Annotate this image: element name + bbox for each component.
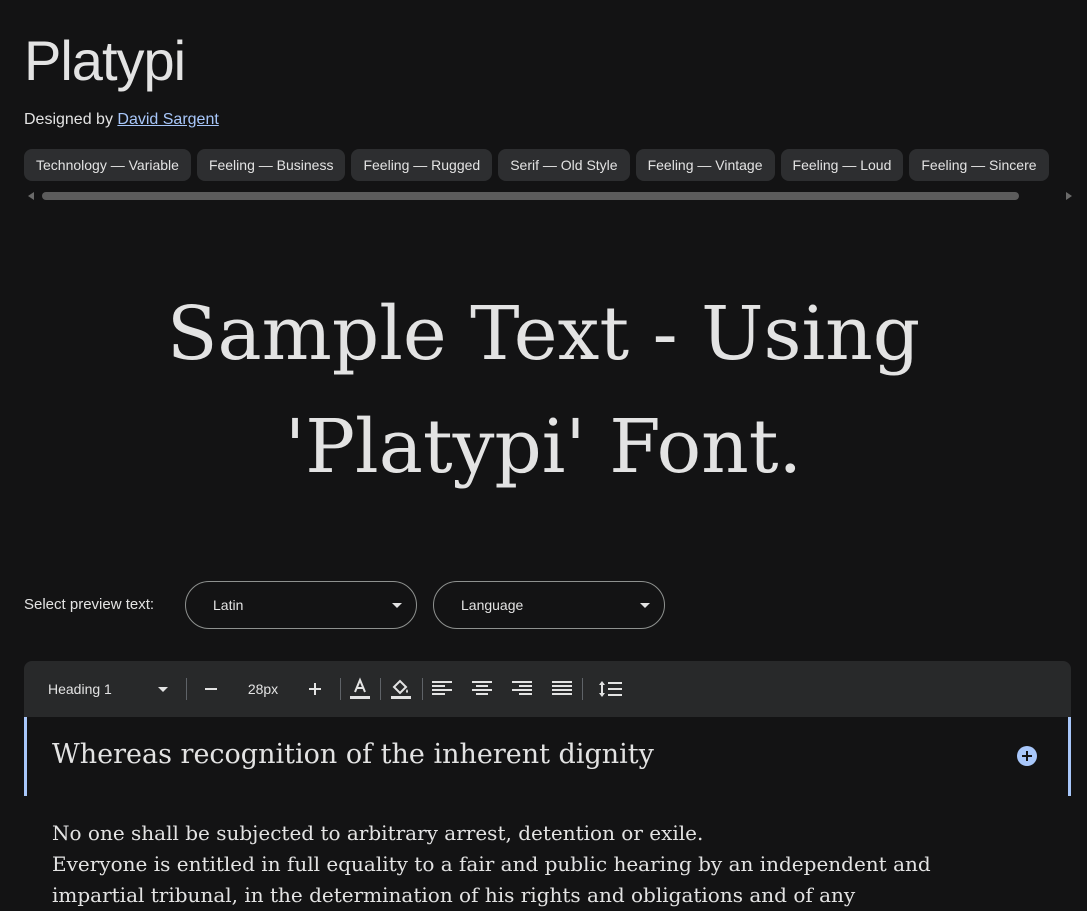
align-left-icon[interactable] <box>430 661 454 717</box>
dropdown-arrow-icon <box>392 603 402 608</box>
tag-chip[interactable]: Feeling — Rugged <box>351 149 493 181</box>
toolbar-divider <box>186 678 187 700</box>
editor-heading-text[interactable]: Whereas recognition of the inherent dign… <box>52 739 654 770</box>
sample-line-2: 'Platypi' Font. <box>284 404 803 490</box>
designer-link[interactable]: David Sargent <box>117 111 218 128</box>
tag-chip[interactable]: Feeling — Sincere <box>909 149 1049 181</box>
designer-line: Designed by David Sargent <box>24 111 219 129</box>
editor-toolbar: Heading 1 28px <box>24 661 1071 717</box>
script-select[interactable]: Latin <box>185 581 417 629</box>
line-spacing-icon[interactable] <box>598 661 622 717</box>
increase-font-size-button[interactable] <box>302 661 328 717</box>
dropdown-arrow-icon <box>158 687 168 692</box>
sample-text-preview: Sample Text - Using 'Platypi' Font. <box>0 278 1087 504</box>
tag-chip[interactable]: Technology — Variable <box>24 149 191 181</box>
designed-by-label: Designed by <box>24 111 113 128</box>
tag-chip[interactable]: Feeling — Vintage <box>635 149 775 181</box>
language-select-placeholder: Language <box>461 597 524 613</box>
body-line-2: Everyone is entitled in full equality to… <box>52 852 931 876</box>
align-justify-icon[interactable] <box>550 661 574 717</box>
tag-chip[interactable]: Feeling — Business <box>196 149 346 181</box>
preview-body-text[interactable]: No one shall be subjected to arbitrary a… <box>52 818 1072 911</box>
toolbar-divider <box>380 678 381 700</box>
dropdown-arrow-icon <box>640 603 650 608</box>
align-right-icon[interactable] <box>510 661 534 717</box>
scroll-right-arrow-icon[interactable] <box>1066 192 1072 200</box>
tag-chip[interactable]: Feeling — Loud <box>780 149 904 181</box>
align-center-icon[interactable] <box>470 661 494 717</box>
preview-text-label: Select preview text: <box>24 596 155 613</box>
scroll-left-arrow-icon[interactable] <box>28 192 34 200</box>
plus-icon <box>309 683 321 695</box>
toolbar-divider <box>340 678 341 700</box>
decrease-font-size-button[interactable] <box>198 661 224 717</box>
toolbar-divider <box>582 678 583 700</box>
scrollbar-thumb[interactable] <box>42 192 1019 200</box>
script-select-value: Latin <box>213 597 244 613</box>
body-line-1: No one shall be subjected to arbitrary a… <box>52 821 704 845</box>
tag-chip[interactable]: Serif — Old Style <box>498 149 630 181</box>
preview-editor-row[interactable]: Whereas recognition of the inherent dign… <box>24 717 1071 796</box>
tag-chip-list: Technology — Variable Feeling — Business F… <box>24 149 1087 181</box>
add-circle-icon[interactable] <box>1016 745 1038 767</box>
language-select[interactable]: Language <box>433 581 665 629</box>
text-style-value: Heading 1 <box>48 681 112 697</box>
font-size-value[interactable]: 28px <box>238 661 288 717</box>
sample-line-1: Sample Text - Using <box>166 291 921 377</box>
toolbar-divider <box>422 678 423 700</box>
text-style-select[interactable]: Heading 1 <box>40 661 178 717</box>
chip-scrollbar[interactable] <box>24 189 1072 203</box>
font-title: Platypi <box>24 29 186 92</box>
text-color-icon[interactable] <box>348 661 372 717</box>
body-line-3: impartial tribunal, in the determination… <box>52 883 856 907</box>
minus-icon <box>205 688 217 690</box>
highlight-color-icon[interactable] <box>389 661 413 717</box>
